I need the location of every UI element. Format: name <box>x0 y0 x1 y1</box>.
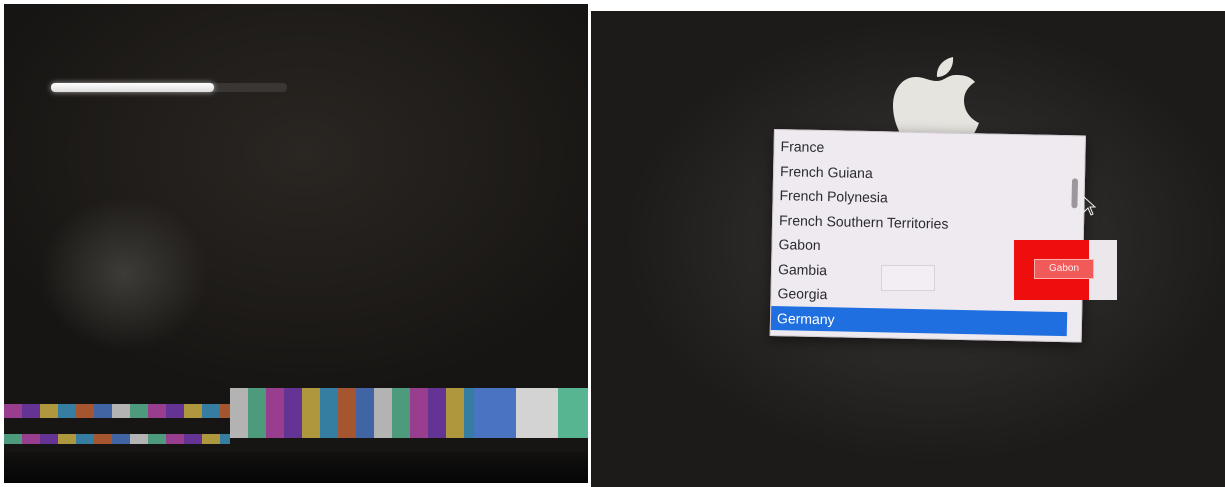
blank-artifact-box <box>881 265 935 291</box>
monitor-bezel <box>4 452 588 483</box>
boot-progress-fill <box>51 83 214 92</box>
graphics-glitch-artifacts <box>4 382 588 452</box>
country-list: France French Guiana French Polynesia Frenc… <box>770 130 1085 337</box>
setup-screen-photo: France French Guiana French Polynesia Frenc… <box>591 11 1225 487</box>
boot-progress-bar <box>51 83 287 92</box>
glitch-band <box>4 404 230 418</box>
mouse-pointer-icon <box>1083 196 1097 216</box>
glitch-band <box>230 388 474 438</box>
list-scrollbar[interactable] <box>1071 178 1079 209</box>
glitch-band <box>4 434 230 444</box>
glitch-overlay-button[interactable]: Gabon <box>1034 259 1094 279</box>
boot-screen-photo <box>4 4 588 483</box>
country-picker-list[interactable]: France French Guiana French Polynesia Frenc… <box>769 129 1086 343</box>
glitch-band <box>474 388 588 438</box>
country-option[interactable]: Germany <box>770 305 1068 337</box>
